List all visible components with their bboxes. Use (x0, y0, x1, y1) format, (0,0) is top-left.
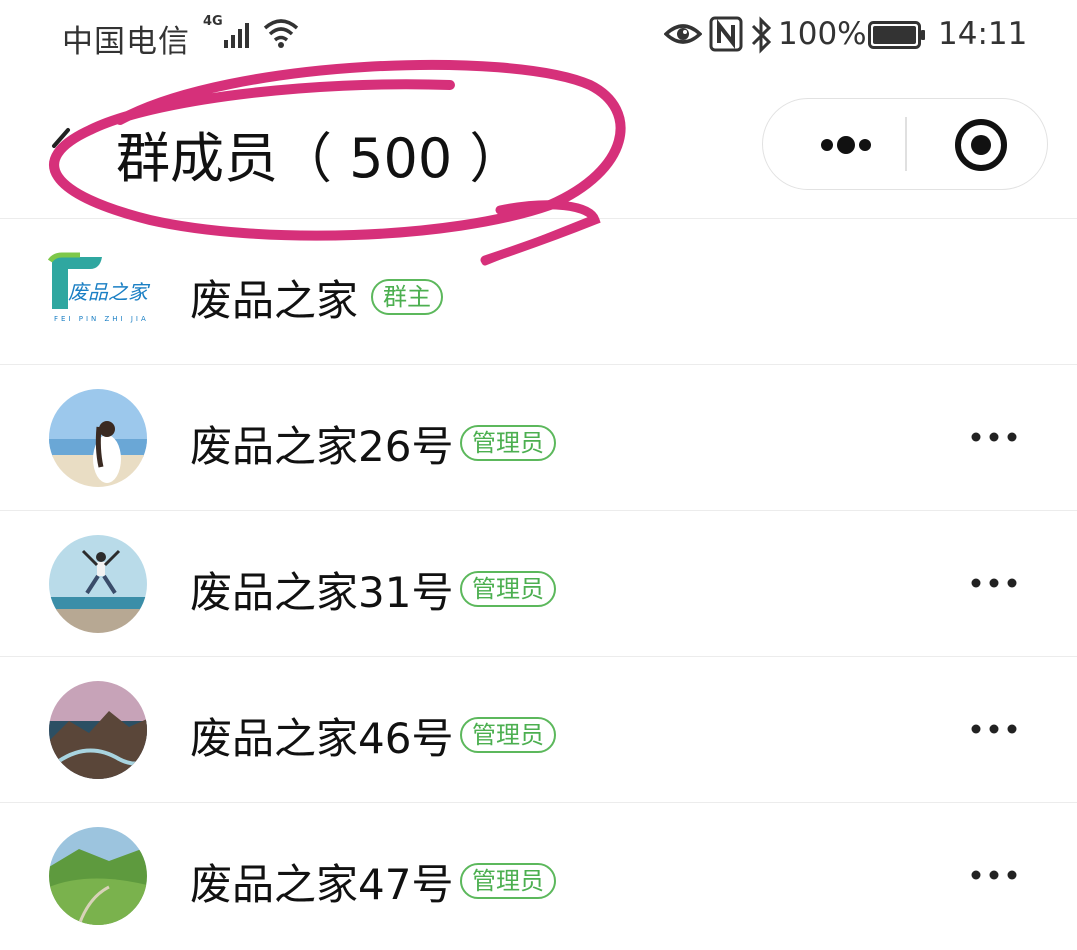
member-name: 废品之家46号 (190, 714, 454, 763)
svg-text:FEI PIN ZHI JIA: FEI PIN ZHI JIA (54, 315, 149, 323)
battery-icon (868, 21, 925, 49)
clock: 14:11 (938, 16, 1028, 52)
mini-program-capsule (762, 98, 1048, 190)
member-name: 废品之家47号 (190, 860, 454, 909)
avatar[interactable] (49, 389, 147, 487)
network-type-label: 4G (203, 14, 223, 29)
avatar[interactable] (49, 827, 147, 925)
role-badge: 管理员 (460, 425, 556, 461)
role-badge: 群主 (371, 279, 443, 315)
group-logo-avatar: 废品之家 FEI PIN ZHI JIA (47, 252, 151, 323)
more-dots-icon[interactable] (966, 855, 1022, 895)
status-bar: 中国电信 4G 100% 14:11 (0, 0, 1077, 78)
member-name: 废品之家26号 (190, 422, 454, 471)
member-name: 废品之家 (190, 276, 359, 325)
more-dots-icon[interactable] (966, 563, 1022, 603)
more-dots-icon[interactable] (791, 99, 901, 191)
wifi-icon (263, 19, 299, 48)
eye-icon (664, 24, 702, 44)
nfc-icon (709, 16, 743, 52)
role-badge: 管理员 (460, 863, 556, 899)
battery-percent: 100% (778, 16, 867, 52)
list-item[interactable]: 废品之家 FEI PIN ZHI JIA 废品之家 群主 (0, 219, 1077, 365)
bluetooth-icon (751, 16, 772, 54)
member-name: 废品之家31号 (190, 568, 454, 617)
more-dots-icon[interactable] (966, 417, 1022, 457)
nav-bar: 群成员（ 500 ） (0, 78, 1077, 219)
list-item[interactable]: 废品之家46号 管理员 (0, 657, 1077, 803)
role-badge: 管理员 (460, 571, 556, 607)
avatar[interactable] (49, 681, 147, 779)
signal-icon (224, 23, 249, 48)
page-title: 群成员（ 500 ） (116, 127, 524, 190)
list-item[interactable]: 废品之家47号 管理员 (0, 803, 1077, 949)
member-list: 废品之家 FEI PIN ZHI JIA 废品之家 群主 废品之家26号 管理员 (0, 219, 1077, 949)
list-item[interactable]: 废品之家26号 管理员 (0, 365, 1077, 511)
more-dots-icon[interactable] (966, 709, 1022, 749)
logo-text: 废品之家 (68, 280, 151, 304)
role-badge: 管理员 (460, 717, 556, 753)
chevron-left-icon[interactable] (40, 118, 80, 174)
list-item[interactable]: 废品之家31号 管理员 (0, 511, 1077, 657)
avatar[interactable] (49, 535, 147, 633)
carrier-label: 中国电信 (62, 24, 190, 60)
target-circle-icon[interactable] (913, 99, 1047, 191)
capsule-divider (905, 117, 907, 171)
